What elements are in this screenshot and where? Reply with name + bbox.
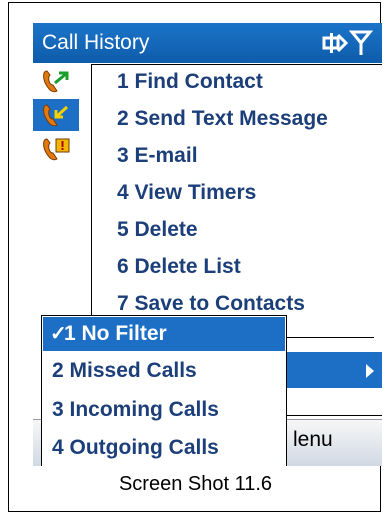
menu-item-delete[interactable]: 5 Delete [117, 218, 198, 242]
menu-softkey[interactable]: lenu [293, 428, 333, 452]
menu-item-delete-list[interactable]: 6 Delete List [117, 255, 241, 279]
submenu-item-no-filter[interactable]: 1 No Filter [64, 322, 167, 346]
filter-submenu: ✓ 1 No Filter 2 Missed Calls 3 Incoming … [41, 315, 287, 466]
menu-item-email[interactable]: 3 E-mail [117, 144, 198, 168]
submenu-item-missed-calls[interactable]: 2 Missed Calls [52, 359, 197, 383]
outgoing-call-icon [43, 70, 69, 93]
screenshot-frame: Call History lenu 1 Find Contact 2 Send … [8, 2, 382, 512]
menu-item-save-to-contacts[interactable]: 7 Save to Contacts [117, 292, 305, 316]
menu-item-view-timers[interactable]: 4 View Timers [117, 181, 256, 205]
submenu-arrow-icon [366, 364, 374, 378]
submenu-item-outgoing-calls[interactable]: 4 Outgoing Calls [52, 436, 219, 460]
status-icons [322, 30, 374, 55]
submenu-item-incoming-calls[interactable]: 3 Incoming Calls [52, 398, 219, 422]
signal-icon [348, 30, 374, 55]
title-bar: Call History [33, 23, 382, 63]
missed-call-icon [43, 138, 70, 161]
call-list[interactable] [33, 63, 83, 303]
list-item[interactable] [33, 133, 79, 165]
caption: Screen Shot 11.6 [118, 473, 273, 495]
list-item[interactable] [33, 99, 79, 131]
data-connection-icon [322, 33, 349, 53]
list-item[interactable] [33, 65, 79, 97]
phone-screen: Call History lenu 1 Find Contact 2 Send … [33, 23, 382, 466]
window-title: Call History [42, 31, 150, 54]
menu-item-find-contact[interactable]: 1 Find Contact [117, 70, 263, 94]
menu-item-send-text-message[interactable]: 2 Send Text Message [117, 107, 328, 131]
incoming-call-icon [43, 104, 69, 127]
